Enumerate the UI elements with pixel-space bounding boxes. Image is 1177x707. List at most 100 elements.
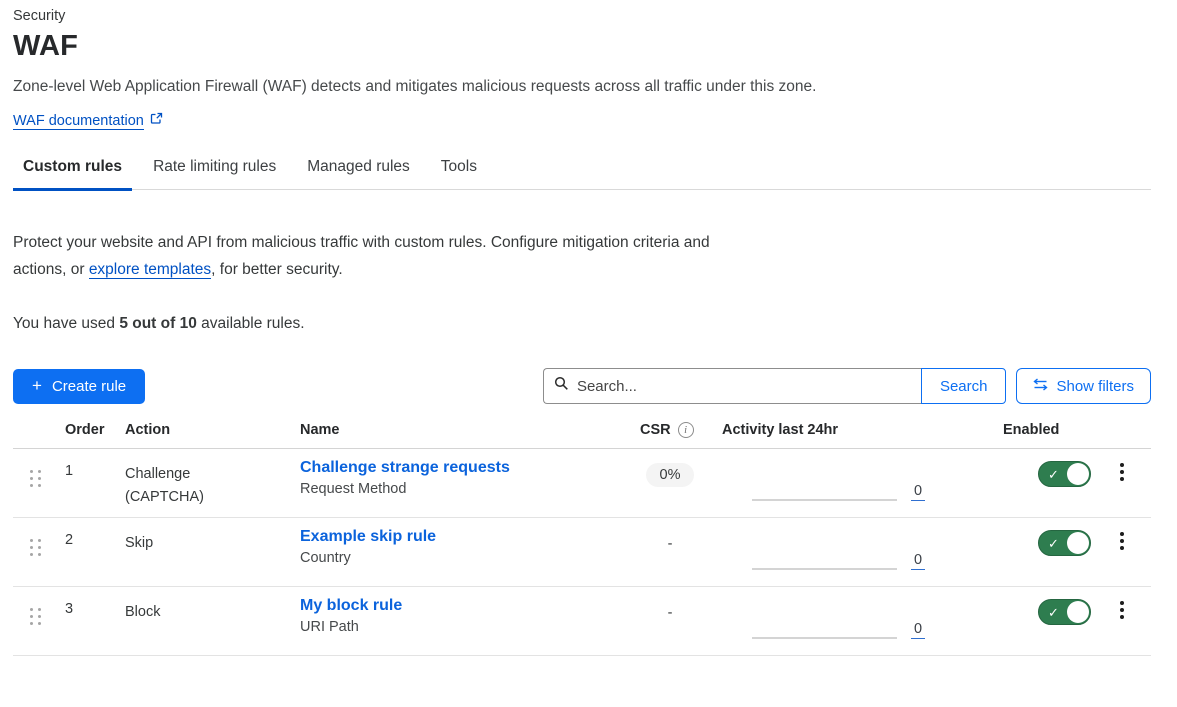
- column-header-action: Action: [117, 422, 290, 438]
- tab-custom-rules[interactable]: Custom rules: [13, 158, 132, 189]
- info-icon[interactable]: i: [678, 422, 694, 438]
- rules-table-header: Order Action Name CSR i Activity last 24…: [13, 422, 1151, 449]
- cell-handle: [13, 587, 57, 655]
- external-link-icon: [150, 112, 163, 130]
- cell-name: My block rule URI Path: [290, 587, 625, 655]
- waf-tabs: Custom rules Rate limiting rules Managed…: [13, 158, 1151, 190]
- doc-link-row: WAF documentation: [13, 112, 1151, 130]
- rule-expression: Request Method: [300, 481, 625, 497]
- csr-badge: -: [666, 532, 675, 556]
- cell-menu: [1093, 587, 1151, 655]
- check-icon: ✓: [1048, 468, 1059, 481]
- cell-activity: 0: [715, 449, 933, 517]
- cell-enabled: ✓: [933, 587, 1093, 655]
- swap-arrows-icon: [1033, 378, 1048, 395]
- rule-action: Skip: [125, 535, 153, 551]
- toggle-knob: [1067, 601, 1089, 623]
- show-filters-button[interactable]: Show filters: [1016, 368, 1151, 404]
- rule-order: 2: [65, 532, 73, 548]
- csr-badge: 0%: [646, 463, 695, 487]
- search-button[interactable]: Search: [921, 368, 1007, 404]
- search-box: [543, 368, 921, 404]
- waf-documentation-link[interactable]: WAF documentation: [13, 113, 144, 130]
- rule-action: Challenge (CAPTCHA): [125, 466, 204, 505]
- cell-csr: 0%: [625, 449, 715, 517]
- check-icon: ✓: [1048, 606, 1059, 619]
- tab-rate-limiting-rules[interactable]: Rate limiting rules: [143, 158, 286, 189]
- breadcrumb-section-label: Security: [13, 8, 1151, 24]
- cell-activity: 0: [715, 518, 933, 586]
- rule-expression: URI Path: [300, 619, 625, 635]
- cell-name: Example skip rule Country: [290, 518, 625, 586]
- drag-handle-icon[interactable]: [30, 608, 57, 625]
- drag-handle-icon[interactable]: [30, 470, 57, 487]
- activity-count-link[interactable]: 0: [911, 553, 925, 571]
- tab-tools[interactable]: Tools: [431, 158, 487, 189]
- enabled-toggle[interactable]: ✓: [1038, 599, 1091, 625]
- rules-usage-text: You have used 5 out of 10 available rule…: [13, 315, 1151, 333]
- activity-count-link[interactable]: 0: [911, 622, 925, 640]
- cell-order: 3: [57, 587, 117, 655]
- cell-handle: [13, 449, 57, 517]
- table-row: 2 Skip Example skip rule Country - 0 ✓: [13, 518, 1151, 587]
- rule-name-link[interactable]: My block rule: [300, 597, 402, 614]
- activity-sparkline: [752, 637, 897, 639]
- search-input[interactable]: [577, 378, 911, 395]
- column-header-name: Name: [290, 422, 625, 438]
- activity-count-link[interactable]: 0: [911, 484, 925, 502]
- rules-table: Order Action Name CSR i Activity last 24…: [13, 422, 1151, 656]
- cell-enabled: ✓: [933, 518, 1093, 586]
- show-filters-label: Show filters: [1056, 378, 1134, 395]
- table-row: 1 Challenge (CAPTCHA) Challenge strange …: [13, 449, 1151, 518]
- page-title: WAF: [13, 30, 1151, 63]
- intro-text-after: , for better security.: [211, 261, 343, 278]
- rule-expression: Country: [300, 550, 625, 566]
- create-rule-button[interactable]: + Create rule: [13, 369, 145, 404]
- cell-handle: [13, 518, 57, 586]
- rule-order: 1: [65, 463, 73, 479]
- rules-toolbar: + Create rule Search: [13, 368, 1151, 404]
- plus-icon: +: [32, 376, 42, 396]
- cell-activity: 0: [715, 587, 933, 655]
- usage-suffix: available rules.: [197, 315, 305, 332]
- drag-handle-icon[interactable]: [30, 539, 57, 556]
- cell-action: Challenge (CAPTCHA): [117, 449, 227, 517]
- cell-order: 2: [57, 518, 117, 586]
- csr-badge: -: [666, 601, 675, 625]
- cell-enabled: ✓: [933, 449, 1093, 517]
- column-header-csr: CSR i: [625, 422, 715, 438]
- kebab-menu-icon[interactable]: [1114, 530, 1130, 552]
- activity-sparkline: [752, 568, 897, 570]
- kebab-menu-icon[interactable]: [1114, 599, 1130, 621]
- cell-menu: [1093, 518, 1151, 586]
- rule-action: Block: [125, 604, 160, 620]
- tab-managed-rules[interactable]: Managed rules: [297, 158, 420, 189]
- table-row: 3 Block My block rule URI Path - 0 ✓: [13, 587, 1151, 656]
- csr-header-label: CSR: [640, 422, 671, 438]
- toggle-knob: [1067, 463, 1089, 485]
- column-header-order: Order: [57, 422, 117, 438]
- rule-order: 3: [65, 601, 73, 617]
- search-group: Search: [543, 368, 1007, 404]
- waf-page: Security WAF Zone-level Web Application …: [0, 0, 1164, 656]
- custom-rules-intro: Protect your website and API from malici…: [13, 229, 758, 283]
- explore-templates-link[interactable]: explore templates: [89, 261, 211, 279]
- rules-table-body: 1 Challenge (CAPTCHA) Challenge strange …: [13, 449, 1151, 656]
- usage-count: 5 out of 10: [119, 315, 197, 332]
- create-rule-label: Create rule: [52, 378, 126, 395]
- kebab-menu-icon[interactable]: [1114, 461, 1130, 483]
- cell-csr: -: [625, 518, 715, 586]
- rule-name-link[interactable]: Challenge strange requests: [300, 459, 510, 476]
- column-header-enabled: Enabled: [933, 422, 1093, 438]
- cell-action: Block: [117, 587, 227, 655]
- cell-menu: [1093, 449, 1151, 517]
- rule-name-link[interactable]: Example skip rule: [300, 528, 436, 545]
- toggle-knob: [1067, 532, 1089, 554]
- cell-order: 1: [57, 449, 117, 517]
- cell-csr: -: [625, 587, 715, 655]
- usage-prefix: You have used: [13, 315, 119, 332]
- enabled-toggle[interactable]: ✓: [1038, 530, 1091, 556]
- enabled-toggle[interactable]: ✓: [1038, 461, 1091, 487]
- cell-name: Challenge strange requests Request Metho…: [290, 449, 625, 517]
- activity-sparkline: [752, 499, 897, 501]
